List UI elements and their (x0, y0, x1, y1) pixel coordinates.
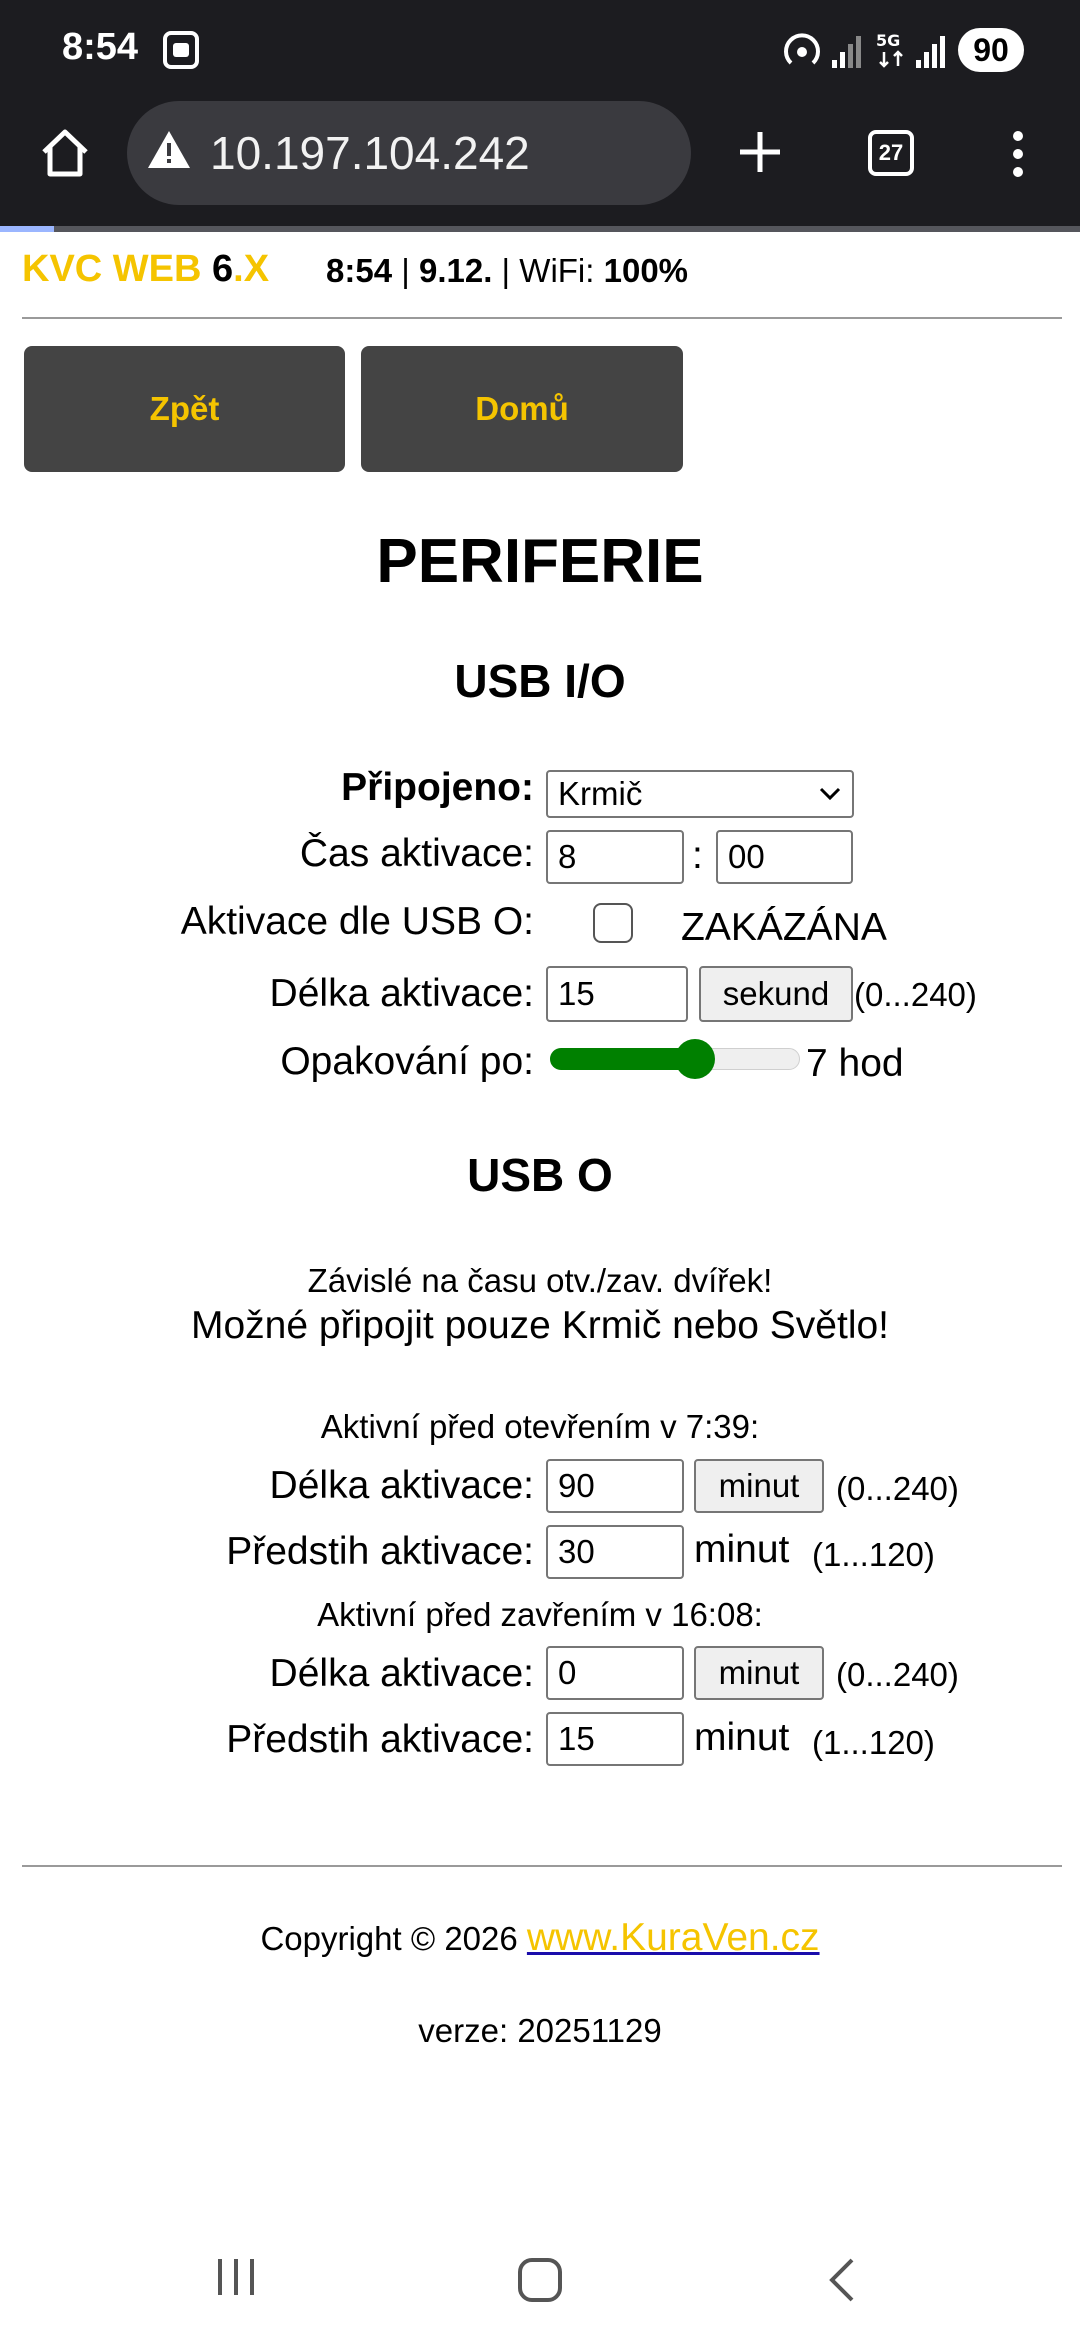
open-duration-range: (0...240) (836, 1470, 959, 1507)
close-duration-range: (0...240) (836, 1656, 959, 1693)
open-section-title: Aktivní před otevřením v 7:39: (320, 1408, 760, 1445)
header-date: 9.12. (418, 252, 493, 289)
not-secure-warning-icon[interactable] (146, 128, 192, 170)
header-sep: | (392, 252, 419, 289)
usb-o-note-2: Možné připojit pouze Krmič nebo Světlo! (190, 1304, 890, 1347)
close-duration-input[interactable]: 0 (546, 1646, 684, 1700)
repeat-value: 7 hod (806, 1042, 904, 1085)
brand-x: .X (233, 248, 270, 290)
repeat-slider-thumb[interactable] (675, 1039, 715, 1079)
close-advance-label: Předstih aktivace: (226, 1718, 534, 1761)
battery-badge: 90 (958, 28, 1024, 72)
brand-logo: KVC WEB 6.X (22, 248, 269, 291)
connected-selected-value: Krmič (558, 775, 643, 812)
wifi-value: 100% (603, 252, 689, 289)
screenshot-icon (163, 31, 199, 69)
new-tab-plus-icon[interactable] (736, 128, 784, 176)
version-text: verze: 20251129 (418, 2012, 662, 2049)
url-text[interactable]: 10.197.104.242 (210, 126, 530, 180)
svg-text:5G: 5G (876, 31, 900, 50)
repeat-slider-fill (550, 1048, 695, 1070)
progress-track (54, 226, 1080, 232)
back-nav-icon[interactable] (824, 2256, 860, 2304)
open-advance-input[interactable]: 30 (546, 1525, 684, 1579)
open-duration-label: Délka aktivace: (269, 1464, 534, 1507)
recent-apps-icon[interactable] (214, 2255, 258, 2299)
home-icon[interactable] (38, 126, 92, 180)
activation-hour-input[interactable]: 8 (546, 830, 684, 884)
open-duration-input[interactable]: 90 (546, 1459, 684, 1513)
close-duration-unit-button[interactable]: minut (694, 1646, 824, 1700)
divider (22, 317, 1062, 319)
header-time: 8:54 (326, 252, 393, 289)
duration-label: Délka aktivace: (269, 972, 534, 1015)
hotspot-icon (784, 33, 820, 65)
page-title: PERIFERIE (376, 527, 704, 596)
close-advance-range: (1...120) (812, 1724, 935, 1761)
status-time: 8:54 (62, 26, 139, 68)
chevron-down-icon (819, 787, 841, 801)
section-title-usb-o: USB O (467, 1149, 613, 1201)
duration-range: (0...240) (854, 976, 977, 1013)
section-title-usb-io: USB I/O (454, 655, 626, 707)
connected-label: Připojeno: (341, 766, 534, 809)
header-status: 8:54 | 9.12. | WiFi: 100% (326, 252, 688, 290)
open-advance-unit: minut (694, 1528, 790, 1571)
tab-switcher-button[interactable]: 27 (868, 130, 914, 176)
close-advance-unit: minut (694, 1716, 790, 1759)
more-menu-icon[interactable] (1006, 128, 1030, 180)
repeat-label: Opakování po: (280, 1040, 534, 1083)
back-button[interactable]: Zpět (24, 346, 345, 472)
open-duration-unit-button[interactable]: minut (694, 1459, 824, 1513)
open-advance-label: Předstih aktivace: (226, 1530, 534, 1573)
copyright-text: Copyright © 2026 (260, 1920, 527, 1957)
status-bar: 8:54 5G 90 (0, 0, 1080, 100)
signal-icon (832, 36, 861, 68)
activation-time-label: Čas aktivace: (299, 832, 534, 875)
usb-o-activation-state: ZAKÁZÁNA (681, 906, 887, 949)
signal-icon (916, 36, 945, 68)
duration-input[interactable]: 15 (546, 966, 688, 1022)
footer-copyright: Copyright © 2026 www.KuraVen.cz (0, 1916, 1080, 1960)
close-section-title: Aktivní před zavřením v 16:08: (317, 1596, 763, 1633)
kuraven-link[interactable]: www.KuraVen.cz (527, 1916, 820, 1959)
close-duration-label: Délka aktivace: (269, 1652, 534, 1695)
usb-o-activation-checkbox[interactable] (593, 903, 633, 943)
wifi-label: | WiFi: (492, 252, 604, 289)
page-load-progress (0, 226, 54, 232)
activation-minute-input[interactable]: 00 (716, 830, 853, 884)
5g-icon: 5G (876, 31, 903, 68)
connected-select[interactable]: Krmič (546, 770, 854, 818)
brand-kvc: KVC WEB (22, 248, 202, 290)
usb-o-activation-label: Aktivace dle USB O: (180, 900, 534, 943)
close-advance-input[interactable]: 15 (546, 1712, 684, 1766)
footer-divider (22, 1865, 1062, 1867)
usb-o-note-1: Závislé na času otv./zav. dvířek! (307, 1262, 773, 1299)
open-advance-range: (1...120) (812, 1536, 935, 1573)
time-colon: : (692, 834, 703, 877)
duration-unit-button[interactable]: sekund (699, 966, 853, 1022)
home-nav-icon[interactable] (516, 2256, 564, 2304)
brand-six: 6 (212, 248, 234, 290)
home-button[interactable]: Domů (361, 346, 683, 472)
